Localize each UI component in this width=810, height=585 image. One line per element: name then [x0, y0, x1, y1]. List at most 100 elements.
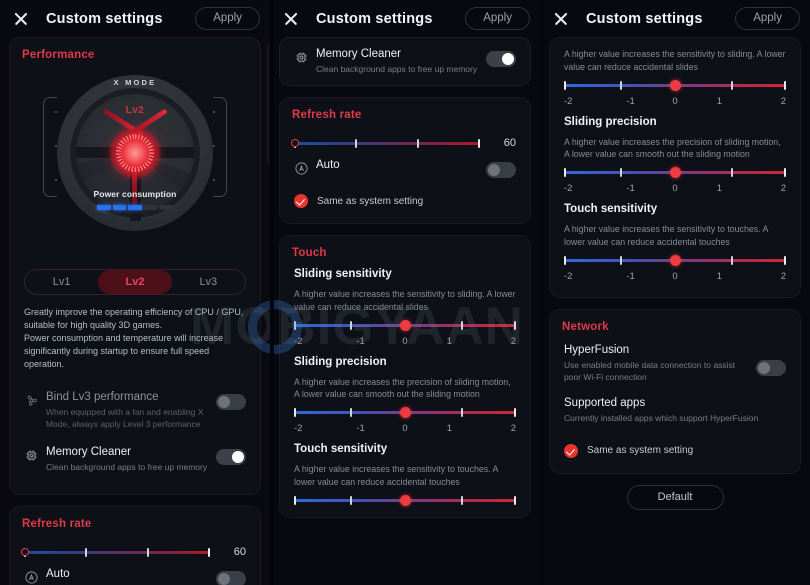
sliding-precision-slider[interactable] — [562, 161, 788, 178]
tick-label: -2 — [564, 183, 573, 194]
apply-button[interactable]: Apply — [735, 6, 800, 31]
same-as-system-checkbox[interactable] — [294, 194, 308, 209]
sliding-sensitivity-ticks: -2 -1 0 1 2 — [294, 336, 516, 347]
touch-sensitivity-title: Touch sensitivity — [294, 443, 388, 456]
slider-thumb[interactable] — [399, 319, 411, 331]
memory-cleaner-row[interactable]: Memory Cleaner Clean background apps to … — [22, 438, 248, 481]
refresh-rate-track[interactable] — [21, 547, 210, 557]
performance-section-title: Performance — [22, 49, 95, 61]
sliding-sensitivity-slider[interactable] — [292, 314, 518, 331]
memory-cleaner-row[interactable]: Memory Cleaner Clean background apps to … — [292, 44, 518, 79]
refresh-rate-slider-row[interactable]: 60 — [21, 536, 248, 560]
slider-track[interactable] — [294, 319, 516, 331]
sliding-precision-description: A higher value increases the precision o… — [294, 376, 511, 400]
bind-lv3-toggle[interactable] — [216, 394, 246, 411]
close-icon[interactable] — [280, 8, 302, 30]
level-tab-lv3[interactable]: Lv3 — [172, 270, 245, 294]
touch-item-touch-sensitivity: Touch sensitivity A higher value increas… — [562, 203, 788, 282]
scrollbar[interactable] — [267, 44, 269, 164]
slider-track[interactable] — [564, 167, 786, 178]
apply-button[interactable]: Apply — [195, 6, 260, 31]
same-as-system-label: Same as system setting — [317, 195, 424, 207]
tick-label: -2 — [564, 95, 573, 107]
refresh-rate-value: 60 — [233, 546, 246, 559]
tick-label: 2 — [510, 423, 517, 435]
hyperfusion-row[interactable]: HyperFusion Use enabled mobile data conn… — [562, 339, 788, 391]
auto-a-icon — [24, 570, 46, 585]
slider-track[interactable] — [564, 79, 786, 91]
gauge-dot — [55, 145, 57, 147]
same-as-system-row[interactable]: Same as system setting — [562, 432, 788, 460]
touch-sensitivity-title: Touch sensitivity — [564, 203, 658, 215]
hyperfusion-subtitle: Use enabled mobile data connection to as… — [564, 359, 736, 382]
memory-cleaner-subtitle: Clean background apps to free up memory — [46, 462, 208, 473]
close-icon[interactable] — [550, 8, 572, 30]
bind-lv3-row[interactable]: Bind Lv3 performance When equipped with … — [22, 383, 248, 438]
tick-label: 2 — [780, 183, 787, 194]
tick-label: 2 — [510, 335, 517, 347]
power-segment — [128, 205, 142, 210]
refresh-rate-track[interactable] — [291, 138, 480, 148]
memory-cleaner-toggle[interactable] — [486, 51, 516, 67]
auto-refresh-row[interactable]: Auto — [22, 560, 248, 585]
slider-thumb[interactable] — [669, 79, 681, 91]
refresh-rate-card: Refresh rate 60 Auto — [9, 506, 261, 585]
refresh-rate-slider-row[interactable]: 60 — [291, 127, 518, 151]
refresh-rate-thumb[interactable] — [291, 139, 299, 148]
slider-track[interactable] — [294, 407, 516, 419]
close-icon[interactable] — [10, 8, 32, 30]
hyperfusion-title: HyperFusion — [564, 343, 630, 356]
sliding-precision-ticks: -2 -1 0 1 2 — [564, 183, 786, 194]
gauge-dot — [213, 179, 215, 181]
sliding-precision-ticks: -2 -1 0 1 2 — [294, 423, 516, 434]
hyperfusion-toggle[interactable] — [756, 359, 786, 376]
refresh-rate-thumb[interactable] — [21, 548, 29, 557]
apply-button[interactable]: Apply — [465, 6, 530, 31]
touch-sensitivity-slider[interactable] — [292, 489, 518, 506]
sliding-sensitivity-title: Sliding sensitivity — [294, 268, 392, 281]
auto-toggle[interactable] — [216, 571, 246, 585]
refresh-rate-section-title: Refresh rate — [292, 109, 362, 122]
sliding-precision-description: A higher value increases the precision o… — [564, 136, 781, 160]
top-bar-2: Custom settings Apply — [270, 0, 540, 37]
performance-card: Performance X MODE Lv2 Power consumption… — [9, 37, 261, 496]
touch-card: Touch Sliding sensitivity A higher value… — [279, 235, 531, 518]
tick-label: 0 — [402, 423, 408, 435]
same-as-system-checkbox[interactable] — [564, 443, 578, 458]
auto-label: Auto — [316, 159, 340, 172]
tick-label: -1 — [626, 270, 635, 282]
slider-thumb[interactable] — [399, 407, 411, 419]
memory-cleaner-subtitle: Clean background apps to free up memory — [316, 64, 478, 74]
touch-item-sliding-sensitivity: Sliding sensitivity A higher value incre… — [292, 268, 518, 347]
tick-label: -1 — [626, 95, 635, 107]
tick-label: -1 — [356, 335, 365, 347]
touch-item-touch-sensitivity: Touch sensitivity A higher value increas… — [292, 443, 518, 506]
slider-thumb[interactable] — [399, 494, 411, 506]
top-bar-3: Custom settings Apply — [540, 0, 810, 37]
performance-level-tabs[interactable]: Lv1 Lv2 Lv3 — [24, 269, 246, 295]
touch-sensitivity-slider[interactable] — [562, 249, 788, 266]
default-button[interactable]: Default — [626, 484, 724, 510]
sliding-precision-title: Sliding precision — [564, 115, 657, 128]
tick-label: -1 — [626, 183, 635, 194]
auto-refresh-row[interactable]: Auto — [292, 151, 518, 186]
slider-thumb[interactable] — [669, 167, 681, 178]
sliding-precision-slider[interactable] — [292, 401, 518, 419]
same-as-system-row[interactable]: Same as system setting — [292, 186, 518, 210]
level-tab-lv2[interactable]: Lv2 — [98, 270, 172, 294]
touch-item-sliding-sensitivity: A higher value increases the sensitivity… — [562, 48, 788, 107]
slider-track[interactable] — [564, 254, 786, 266]
tick-label: -2 — [294, 335, 303, 347]
screenshot-panel-3: Custom settings Apply A higher value inc… — [540, 0, 810, 585]
slider-thumb[interactable] — [669, 254, 681, 266]
slider-track[interactable] — [294, 494, 516, 506]
level-tab-lv1[interactable]: Lv1 — [25, 270, 98, 294]
auto-toggle[interactable] — [486, 162, 516, 179]
memory-cleaner-toggle[interactable] — [216, 449, 246, 466]
sliding-sensitivity-slider[interactable] — [562, 74, 788, 91]
supported-apps-row[interactable]: Supported apps Currently installed apps … — [562, 391, 788, 432]
sliding-sensitivity-description: A higher value increases the sensitivity… — [564, 49, 786, 72]
gauge-level-label: Lv2 — [125, 105, 145, 116]
memory-cleaner-card: Memory Cleaner Clean background apps to … — [279, 37, 531, 87]
top-bar-1: Custom settings Apply — [0, 0, 270, 37]
